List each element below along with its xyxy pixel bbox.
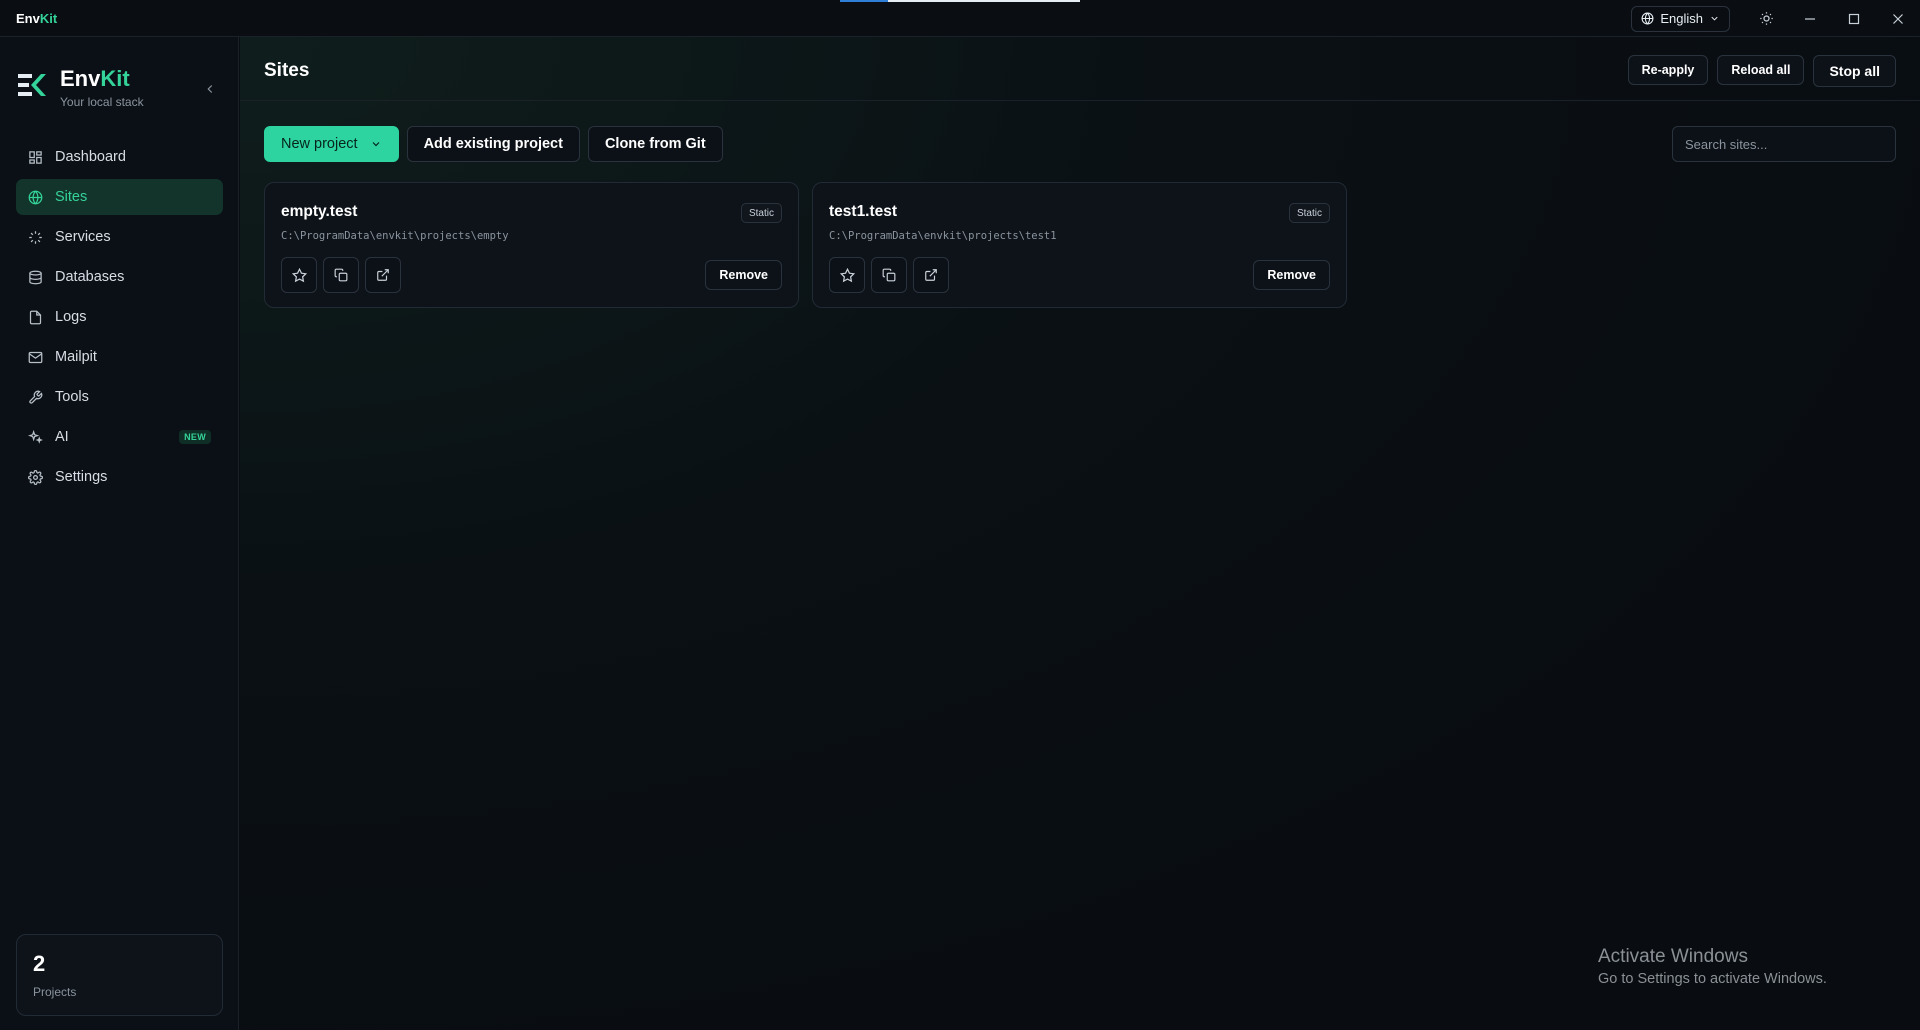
main-content: Sites Re-apply Reload all Stop all New p… bbox=[240, 37, 1920, 1030]
page-header: Sites Re-apply Reload all Stop all bbox=[240, 37, 1920, 101]
sites-grid: empty.test Static C:\ProgramData\envkit\… bbox=[264, 182, 1347, 308]
star-icon bbox=[839, 267, 855, 282]
sidebar-item-label: Databases bbox=[55, 269, 125, 285]
sidebar-item-label: Settings bbox=[55, 469, 108, 485]
logo-title: EnvKit bbox=[60, 66, 130, 91]
favorite-button[interactable] bbox=[281, 257, 317, 293]
sidebar-item-dashboard[interactable]: Dashboard bbox=[16, 139, 223, 175]
sidebar-item-sites[interactable]: Sites bbox=[16, 179, 223, 215]
sidebar-item-services[interactable]: Services bbox=[16, 219, 223, 255]
site-path: C:\ProgramData\envkit\projects\empty bbox=[281, 230, 509, 242]
envkit-logo-icon bbox=[18, 74, 46, 96]
theme-toggle-button[interactable] bbox=[1744, 0, 1788, 37]
new-badge: NEW bbox=[179, 430, 211, 444]
loader-icon bbox=[29, 230, 42, 244]
file-icon bbox=[29, 310, 42, 324]
title-bar: EnvKit English bbox=[0, 0, 1920, 37]
stop-all-button[interactable]: Stop all bbox=[1813, 55, 1896, 87]
remove-site-button[interactable]: Remove bbox=[1253, 260, 1330, 290]
activate-windows-watermark: Activate Windows Go to Settings to activ… bbox=[1598, 946, 1827, 987]
sidebar-item-logs[interactable]: Logs bbox=[16, 299, 223, 335]
sidebar-item-label: Tools bbox=[55, 389, 89, 405]
open-external-button[interactable] bbox=[913, 257, 949, 293]
maximize-icon bbox=[1848, 13, 1860, 24]
wrench-icon bbox=[29, 390, 43, 404]
star-icon bbox=[291, 267, 307, 282]
sidebar-item-tools[interactable]: Tools bbox=[16, 379, 223, 415]
sidebar-item-settings[interactable]: Settings bbox=[16, 459, 223, 495]
sidebar-item-label: Mailpit bbox=[55, 349, 97, 365]
site-name: test1.test bbox=[829, 203, 898, 220]
add-existing-project-button[interactable]: Add existing project bbox=[406, 126, 580, 162]
gear-icon bbox=[28, 469, 43, 485]
chevron-down-icon bbox=[372, 142, 379, 147]
app-brand: EnvKit bbox=[16, 10, 58, 26]
external-link-icon bbox=[925, 269, 937, 281]
projects-count: 2 bbox=[33, 951, 46, 976]
sidebar-item-label: AI bbox=[55, 429, 69, 445]
sidebar-item-mailpit[interactable]: Mailpit bbox=[16, 339, 223, 375]
logo: EnvKit Your local stack bbox=[16, 67, 144, 109]
site-name: empty.test bbox=[281, 203, 358, 220]
database-icon bbox=[29, 270, 42, 284]
search-sites-input[interactable] bbox=[1672, 126, 1896, 162]
mail-icon bbox=[28, 351, 43, 363]
new-project-button[interactable]: New project bbox=[264, 126, 399, 162]
minimize-icon bbox=[1805, 17, 1815, 20]
sidebar-item-label: Sites bbox=[55, 189, 88, 205]
new-project-label: New project bbox=[281, 136, 358, 152]
site-type-badge: Static bbox=[1288, 203, 1330, 223]
site-type-badge: Static bbox=[740, 203, 782, 223]
remove-site-button[interactable]: Remove bbox=[705, 260, 782, 290]
sidebar-nav: Dashboard Sites Services Databases Logs … bbox=[16, 139, 223, 499]
sidebar-item-label: Dashboard bbox=[55, 149, 126, 165]
sites-toolbar: New project Add existing project Clone f… bbox=[264, 126, 723, 162]
chevron-down-icon bbox=[1711, 16, 1718, 21]
open-external-button[interactable] bbox=[365, 257, 401, 293]
sidebar-item-label: Logs bbox=[55, 309, 87, 325]
collapse-sidebar-button[interactable] bbox=[200, 79, 220, 99]
sparkles-icon bbox=[28, 429, 43, 444]
favorite-button[interactable] bbox=[829, 257, 865, 293]
chevron-left-icon bbox=[207, 85, 213, 93]
loading-progress-bar bbox=[840, 0, 1080, 2]
reload-all-button[interactable]: Reload all bbox=[1717, 55, 1805, 85]
watermark-subtitle: Go to Settings to activate Windows. bbox=[1598, 971, 1827, 987]
projects-label: Projects bbox=[33, 985, 77, 999]
globe-icon bbox=[28, 190, 43, 204]
copy-icon bbox=[334, 268, 348, 282]
language-label: English bbox=[1660, 11, 1703, 26]
sun-icon bbox=[1759, 12, 1773, 25]
minimize-button[interactable] bbox=[1788, 0, 1832, 37]
language-selector[interactable]: English bbox=[1631, 5, 1730, 32]
sidebar-item-label: Services bbox=[55, 229, 111, 245]
logo-tagline: Your local stack bbox=[60, 95, 144, 109]
sidebar: EnvKit Your local stack Dashboard Sites … bbox=[0, 37, 239, 1030]
close-button[interactable] bbox=[1876, 0, 1920, 37]
site-path: C:\ProgramData\envkit\projects\test1 bbox=[829, 230, 1057, 242]
projects-summary-card: 2 Projects bbox=[16, 934, 223, 1016]
watermark-title: Activate Windows bbox=[1598, 946, 1748, 967]
copy-icon bbox=[882, 268, 896, 282]
site-card: empty.test Static C:\ProgramData\envkit\… bbox=[264, 182, 799, 308]
maximize-button[interactable] bbox=[1832, 0, 1876, 37]
dashboard-icon bbox=[29, 150, 42, 164]
sidebar-item-ai[interactable]: AI NEW bbox=[16, 419, 223, 455]
copy-button[interactable] bbox=[323, 257, 359, 293]
reapply-button[interactable]: Re-apply bbox=[1627, 55, 1709, 85]
globe-icon bbox=[1641, 12, 1654, 25]
site-card: test1.test Static C:\ProgramData\envkit\… bbox=[812, 182, 1347, 308]
external-link-icon bbox=[377, 269, 389, 281]
clone-from-git-button[interactable]: Clone from Git bbox=[587, 126, 723, 162]
copy-button[interactable] bbox=[871, 257, 907, 293]
close-icon bbox=[1893, 13, 1903, 24]
sidebar-item-databases[interactable]: Databases bbox=[16, 259, 223, 295]
page-title: Sites bbox=[264, 60, 310, 81]
